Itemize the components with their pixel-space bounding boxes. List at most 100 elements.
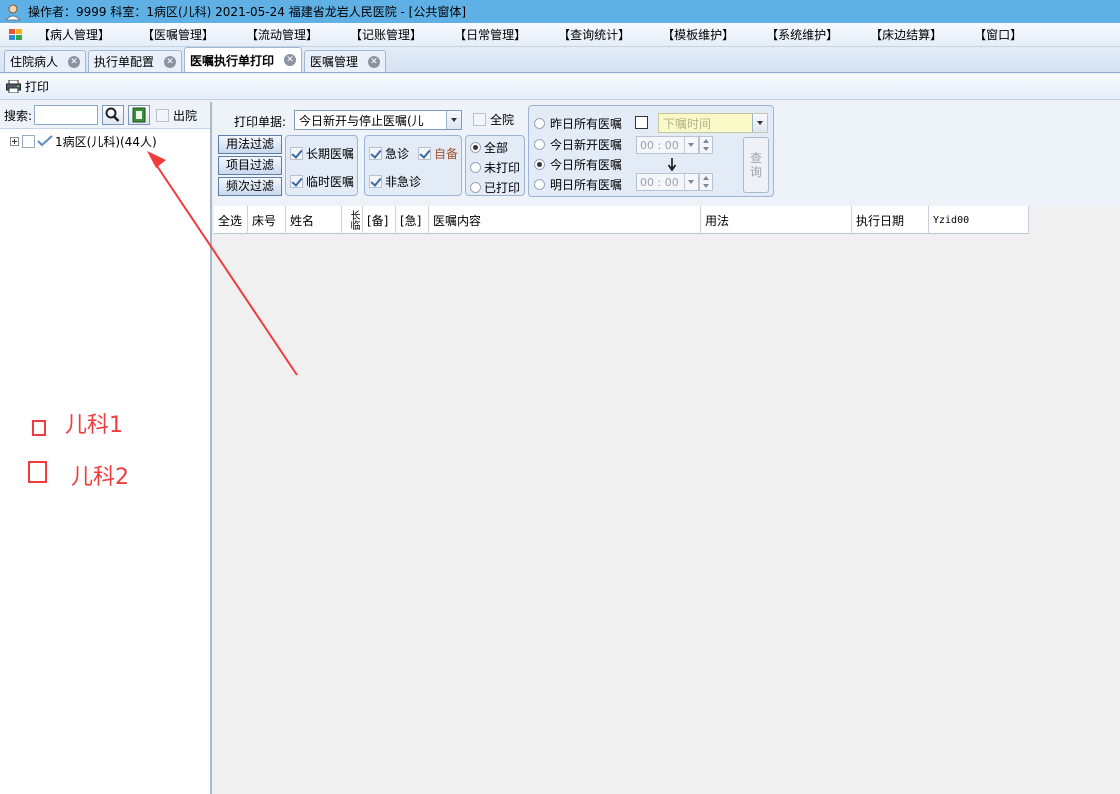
print-button[interactable]: 打印	[6, 78, 49, 95]
column-bed-number[interactable]: 床号	[248, 206, 286, 234]
ward-checkbox[interactable]	[22, 134, 35, 148]
column-execution-date[interactable]: 执行日期	[852, 206, 929, 234]
all-label: 全部	[484, 141, 509, 155]
user-icon	[4, 3, 22, 21]
close-icon[interactable]: ✕	[164, 55, 177, 68]
non-emergency-checkbox[interactable]	[369, 175, 382, 188]
time-to-spinner[interactable]	[699, 173, 713, 191]
emergency-label: 急诊	[385, 147, 410, 161]
close-icon[interactable]: ✕	[368, 55, 381, 68]
window-title: 操作者：9999 科室：1病区(儿科) 2021-05-24 福建省龙岩人民医院…	[28, 5, 467, 19]
tomorrow-all-radio[interactable]	[534, 179, 545, 190]
print-basis-value: 今日新开与停止医嘱(儿	[299, 113, 424, 128]
long-term-checkbox[interactable]	[290, 147, 303, 160]
menu-accounting-management[interactable]: 【记账管理】	[346, 26, 426, 43]
menu-patient-management[interactable]: 【病人管理】	[34, 26, 114, 43]
menu-bedside-settlement[interactable]: 【床边结算】	[866, 26, 946, 43]
close-icon[interactable]: ✕	[284, 54, 297, 66]
menu-window[interactable]: 【窗口】	[970, 26, 1026, 43]
column-long-temp[interactable]: 长临	[342, 206, 363, 234]
printed-radio[interactable]	[470, 182, 481, 193]
grid-header: 全选 床号 姓名 长临 [备] [急] 医嘱内容 用法 执行日期 Yzid00	[214, 206, 1029, 234]
yesterday-all-label: 昨日所有医嘱	[550, 117, 623, 131]
chevron-down-icon[interactable]	[684, 174, 698, 190]
column-name[interactable]: 姓名	[286, 206, 342, 234]
not-printed-radio[interactable]	[470, 162, 481, 173]
all-hospital-checkbox[interactable]	[473, 113, 486, 126]
query-button[interactable]: 查询	[743, 137, 769, 193]
discharge-checkbox[interactable]	[156, 108, 170, 122]
item-filter-button[interactable]: 项目过滤	[218, 156, 282, 175]
print-basis-label: 打印单据:	[234, 115, 287, 129]
column-emergency[interactable]: [急]	[396, 206, 429, 234]
today-all-label: 今日所有医嘱	[550, 158, 623, 172]
tomorrow-all-label: 明日所有医嘱	[550, 178, 623, 192]
tab-order-execution-print[interactable]: 医嘱执行单打印 ✕	[184, 47, 303, 72]
menu-flow-management[interactable]: 【流动管理】	[242, 26, 322, 43]
printer-icon	[6, 79, 21, 94]
all-radio[interactable]	[470, 142, 481, 153]
column-yzid00[interactable]: Yzid00	[929, 206, 1029, 234]
date-range-group: 昨日所有医嘱 今日新开医嘱 今日所有医嘱 明日所有医嘱 下嘱时间 00 : 00	[528, 105, 774, 197]
time-to-value: 00 : 00	[640, 175, 679, 189]
discharge-label: 出院	[173, 108, 198, 123]
column-usage[interactable]: 用法	[701, 206, 852, 234]
today-new-radio[interactable]	[534, 139, 545, 150]
printed-label: 已打印	[484, 181, 521, 195]
column-self-provided[interactable]: [备]	[363, 206, 396, 234]
order-time-value: 下嘱时间	[663, 116, 712, 131]
print-status-group: 全部 未打印 已打印	[465, 135, 525, 196]
tab-bar: 住院病人 ✕ 执行单配置 ✕ 医嘱执行单打印 ✕ 医嘱管理 ✕	[0, 47, 1120, 73]
annotation-label-2: 儿科2	[71, 465, 129, 490]
menu-grid-icon[interactable]	[8, 27, 24, 43]
search-icon	[105, 107, 120, 122]
tab-execution-config[interactable]: 执行单配置 ✕	[88, 50, 183, 72]
chevron-down-icon[interactable]	[446, 111, 461, 129]
tab-inpatients[interactable]: 住院病人 ✕	[4, 50, 87, 72]
column-select-all[interactable]: 全选	[214, 206, 248, 234]
menu-template-maintenance[interactable]: 【模板维护】	[658, 26, 738, 43]
tree-node-ward[interactable]: 1病区(儿科)(44人)	[0, 131, 210, 151]
emergency-checkbox[interactable]	[369, 147, 382, 160]
self-provided-checkbox[interactable]	[418, 147, 431, 160]
filter-panel: 打印单据: 今日新开与停止医嘱(儿 全院 用法过滤 项目过滤 频次过滤 长期医嘱…	[214, 102, 1120, 206]
menu-order-management[interactable]: 【医嘱管理】	[138, 26, 218, 43]
urgency-group: 急诊 自备 非急诊	[364, 135, 462, 196]
print-label: 打印	[25, 80, 50, 94]
order-time-checkbox[interactable]	[635, 116, 648, 129]
print-basis-select[interactable]: 今日新开与停止医嘱(儿	[294, 110, 462, 130]
today-all-radio[interactable]	[534, 159, 545, 170]
refresh-button[interactable]	[128, 105, 151, 125]
close-icon[interactable]: ✕	[68, 55, 81, 68]
menu-daily-management[interactable]: 【日常管理】	[450, 26, 530, 43]
chevron-down-icon[interactable]	[684, 137, 698, 153]
self-provided-label: 自备	[434, 147, 459, 161]
yesterday-all-radio[interactable]	[534, 118, 545, 129]
all-hospital-label: 全院	[490, 113, 515, 127]
time-from-input[interactable]: 00 : 00	[636, 136, 699, 154]
order-grid: 全选 床号 姓名 长临 [备] [急] 医嘱内容 用法 执行日期 Yzid00	[214, 206, 1120, 794]
menu-system-maintenance[interactable]: 【系统维护】	[762, 26, 842, 43]
annotation-label-1: 儿科1	[65, 413, 123, 438]
time-to-input[interactable]: 00 : 00	[636, 173, 699, 191]
tab-order-management[interactable]: 医嘱管理 ✕	[304, 50, 387, 72]
menu-query-statistics[interactable]: 【查询统计】	[554, 26, 634, 43]
title-bar: 操作者：9999 科室：1病区(儿科) 2021-05-24 福建省龙岩人民医院…	[0, 0, 1120, 23]
tab-label: 医嘱执行单打印	[190, 53, 275, 68]
search-input[interactable]	[34, 105, 99, 125]
time-from-spinner[interactable]	[699, 136, 713, 154]
search-button[interactable]	[102, 105, 125, 125]
chevron-down-icon[interactable]	[752, 114, 767, 132]
not-printed-label: 未打印	[484, 161, 521, 175]
annotation-box-2	[28, 461, 47, 483]
order-time-select[interactable]: 下嘱时间	[658, 113, 768, 133]
non-emergency-label: 非急诊	[385, 175, 422, 189]
refresh-icon	[132, 107, 146, 123]
usage-filter-button[interactable]: 用法过滤	[218, 135, 282, 154]
frequency-filter-button[interactable]: 频次过滤	[218, 177, 282, 196]
temporary-checkbox[interactable]	[290, 175, 303, 188]
check-mark-icon	[37, 135, 53, 147]
expand-icon[interactable]	[10, 136, 19, 146]
left-panel: 搜索: 出院 1病区(儿科)(44人)	[0, 102, 212, 794]
column-order-content[interactable]: 医嘱内容	[429, 206, 701, 234]
